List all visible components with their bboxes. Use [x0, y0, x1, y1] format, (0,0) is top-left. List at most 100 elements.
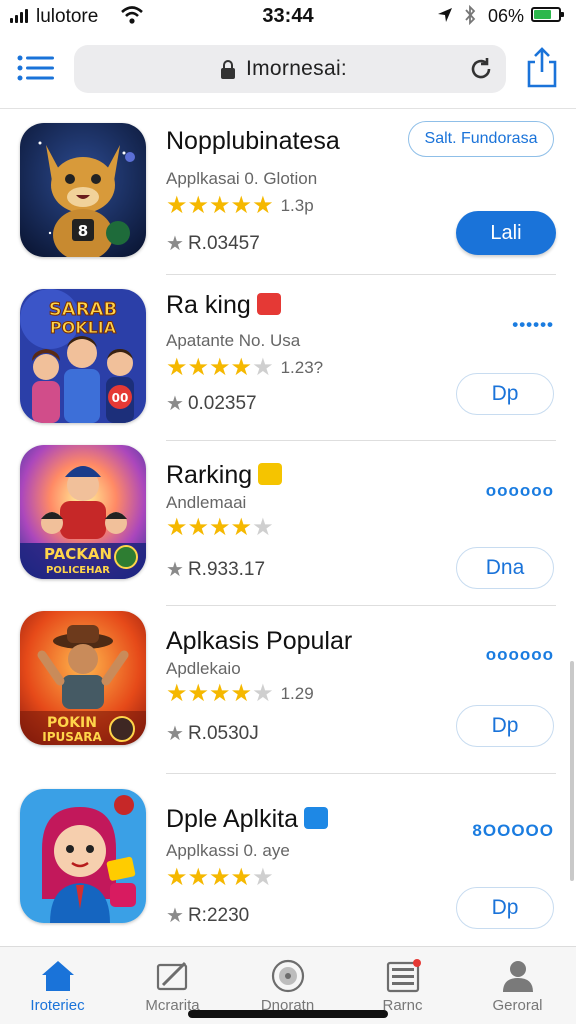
more-button[interactable]: oooooo: [486, 481, 554, 501]
category-tag[interactable]: Salt. Fundorasa: [408, 121, 554, 157]
svg-text:8: 8: [78, 222, 88, 240]
app-row[interactable]: PACKAN POLICEHAR Rarking oooooo Andlemaa…: [0, 441, 576, 606]
app-subtitle: Applkasai 0. Glotion: [166, 169, 318, 188]
app-title[interactable]: Rarking: [166, 461, 283, 490]
star-filled-icon: ★: [209, 192, 231, 219]
app-title[interactable]: Dple Aplkita: [166, 805, 329, 834]
menu-icon: [17, 55, 54, 81]
get-button[interactable]: Dp: [456, 373, 554, 415]
share-icon: [527, 47, 557, 88]
app-icon-rainbow[interactable]: PACKAN POLICEHAR: [20, 445, 146, 579]
star-empty-icon: ★: [252, 864, 274, 891]
lock-icon: [220, 58, 236, 85]
app-icon-girl[interactable]: [20, 789, 146, 923]
row-divider: [166, 773, 556, 774]
star-filled-icon: ★: [166, 354, 188, 381]
download-count: ★ 0.02357: [166, 392, 257, 416]
battery-percent: 06%: [488, 6, 525, 26]
app-subtitle: Applkassi 0. aye: [166, 841, 290, 860]
tab-label: Geroral: [492, 997, 543, 1014]
svg-text:IPUSARA: IPUSARA: [42, 730, 102, 744]
home-indicator: [188, 1010, 388, 1018]
more-button[interactable]: ••••••: [512, 315, 554, 335]
star-filled-icon: ★: [209, 514, 231, 541]
svg-text:POLICEHAR: POLICEHAR: [46, 565, 110, 576]
app-list[interactable]: 8 Nopplubinatesa Salt. Fundorasa Applkas…: [0, 109, 576, 947]
battery-icon: [531, 7, 564, 22]
app-title[interactable]: Aplkasis Popular: [166, 627, 352, 656]
star-filled-icon: ★: [209, 354, 231, 381]
svg-text:POKLIA: POKLIA: [50, 318, 117, 337]
address-bar[interactable]: Imornesai:: [74, 45, 506, 93]
home-icon: [42, 961, 74, 991]
ribbon-icon: ★: [166, 723, 184, 745]
star-rating: ★ ★ ★ ★ ★: [166, 192, 274, 219]
app-subtitle: Apatante No. Usa: [166, 331, 301, 350]
star-filled-icon: ★: [230, 680, 253, 707]
app-icon-family[interactable]: SARAB POKLIA 00: [20, 289, 146, 423]
rating: ★ ★ ★ ★ ★ 1.29: [166, 680, 314, 707]
star-empty-icon: ★: [252, 680, 274, 707]
download-count: ★ R.0530J: [166, 722, 259, 746]
app-icon-fox[interactable]: 8: [20, 123, 146, 257]
ribbon-icon: ★: [166, 233, 184, 255]
rating: ★ ★ ★ ★ ★: [166, 864, 281, 891]
carrier-name: lulotore: [36, 6, 99, 27]
app-subtitle: Apdlekaio: [166, 659, 241, 678]
rating: ★ ★ ★ ★ ★ 1.3p: [166, 192, 314, 219]
get-button[interactable]: Dp: [456, 887, 554, 929]
star-filled-icon: ★: [230, 192, 253, 219]
star-filled-icon: ★: [209, 864, 231, 891]
status-bar: lulotore 33:44 06%: [0, 0, 576, 34]
app-row[interactable]: POKIN IPUSARA Aplkasis Popular oooooo Ap…: [0, 605, 576, 775]
tab-label: Iroteriec: [30, 997, 85, 1014]
tab-home[interactable]: Iroteriec: [0, 947, 115, 1024]
open-button[interactable]: Lali: [456, 211, 556, 255]
star-filled-icon: ★: [209, 680, 231, 707]
rating-count: 1.29: [280, 684, 314, 703]
ribbon-icon: ★: [166, 905, 184, 927]
svg-text:POKIN: POKIN: [47, 715, 97, 731]
svg-text:PACKAN: PACKAN: [44, 545, 112, 563]
star-filled-icon: ★: [166, 514, 188, 541]
compose-icon: [156, 961, 188, 991]
app-row[interactable]: 8 Nopplubinatesa Salt. Fundorasa Applkas…: [0, 109, 576, 275]
more-button[interactable]: oooooo: [486, 645, 554, 665]
star-rating: ★ ★ ★ ★ ★: [166, 514, 274, 541]
app-row[interactable]: Dple Aplkita 8OOOOO Applkassi 0. aye ★ ★ ★…: [0, 775, 576, 947]
badge-icon: [256, 293, 281, 315]
star-filled-icon: ★: [187, 680, 210, 707]
badge-icon: [258, 463, 283, 485]
ribbon-icon: ★: [166, 559, 184, 581]
bluetooth-icon: [463, 4, 477, 31]
star-rating: ★ ★ ★ ★ ★: [166, 864, 274, 891]
star-filled-icon: ★: [166, 680, 188, 707]
star-filled-icon: ★: [166, 192, 188, 219]
share-button[interactable]: [524, 46, 560, 90]
menu-button[interactable]: [14, 50, 58, 86]
reload-icon[interactable]: [468, 56, 494, 87]
more-button[interactable]: 8OOOOO: [472, 821, 554, 841]
download-count: ★ R.933.17: [166, 558, 266, 582]
target-icon: [271, 959, 305, 993]
tab-person[interactable]: Geroral: [460, 947, 575, 1024]
app-title[interactable]: Ra king: [166, 291, 281, 320]
scrollbar[interactable]: [570, 661, 574, 881]
star-filled-icon: ★: [187, 864, 210, 891]
rating-count: 1.3p: [280, 196, 314, 215]
get-button[interactable]: Dp: [456, 705, 554, 747]
get-button[interactable]: Dna: [456, 547, 554, 589]
list-icon: [386, 959, 421, 993]
url-text[interactable]: Imornesai:: [246, 57, 347, 81]
star-rating: ★ ★ ★ ★ ★: [166, 680, 274, 707]
person-icon: [503, 961, 533, 992]
download-count: ★ R:2230: [166, 904, 250, 928]
ribbon-icon: ★: [166, 393, 184, 415]
star-filled-icon: ★: [230, 354, 253, 381]
star-filled-icon: ★: [166, 864, 188, 891]
app-row[interactable]: SARAB POKLIA 00 Ra king •••••• Apatante …: [0, 275, 576, 441]
star-filled-icon: ★: [252, 192, 274, 219]
app-icon-cowboy[interactable]: POKIN IPUSARA: [20, 611, 146, 745]
app-title[interactable]: Nopplubinatesa: [166, 127, 340, 156]
star-filled-icon: ★: [187, 514, 210, 541]
